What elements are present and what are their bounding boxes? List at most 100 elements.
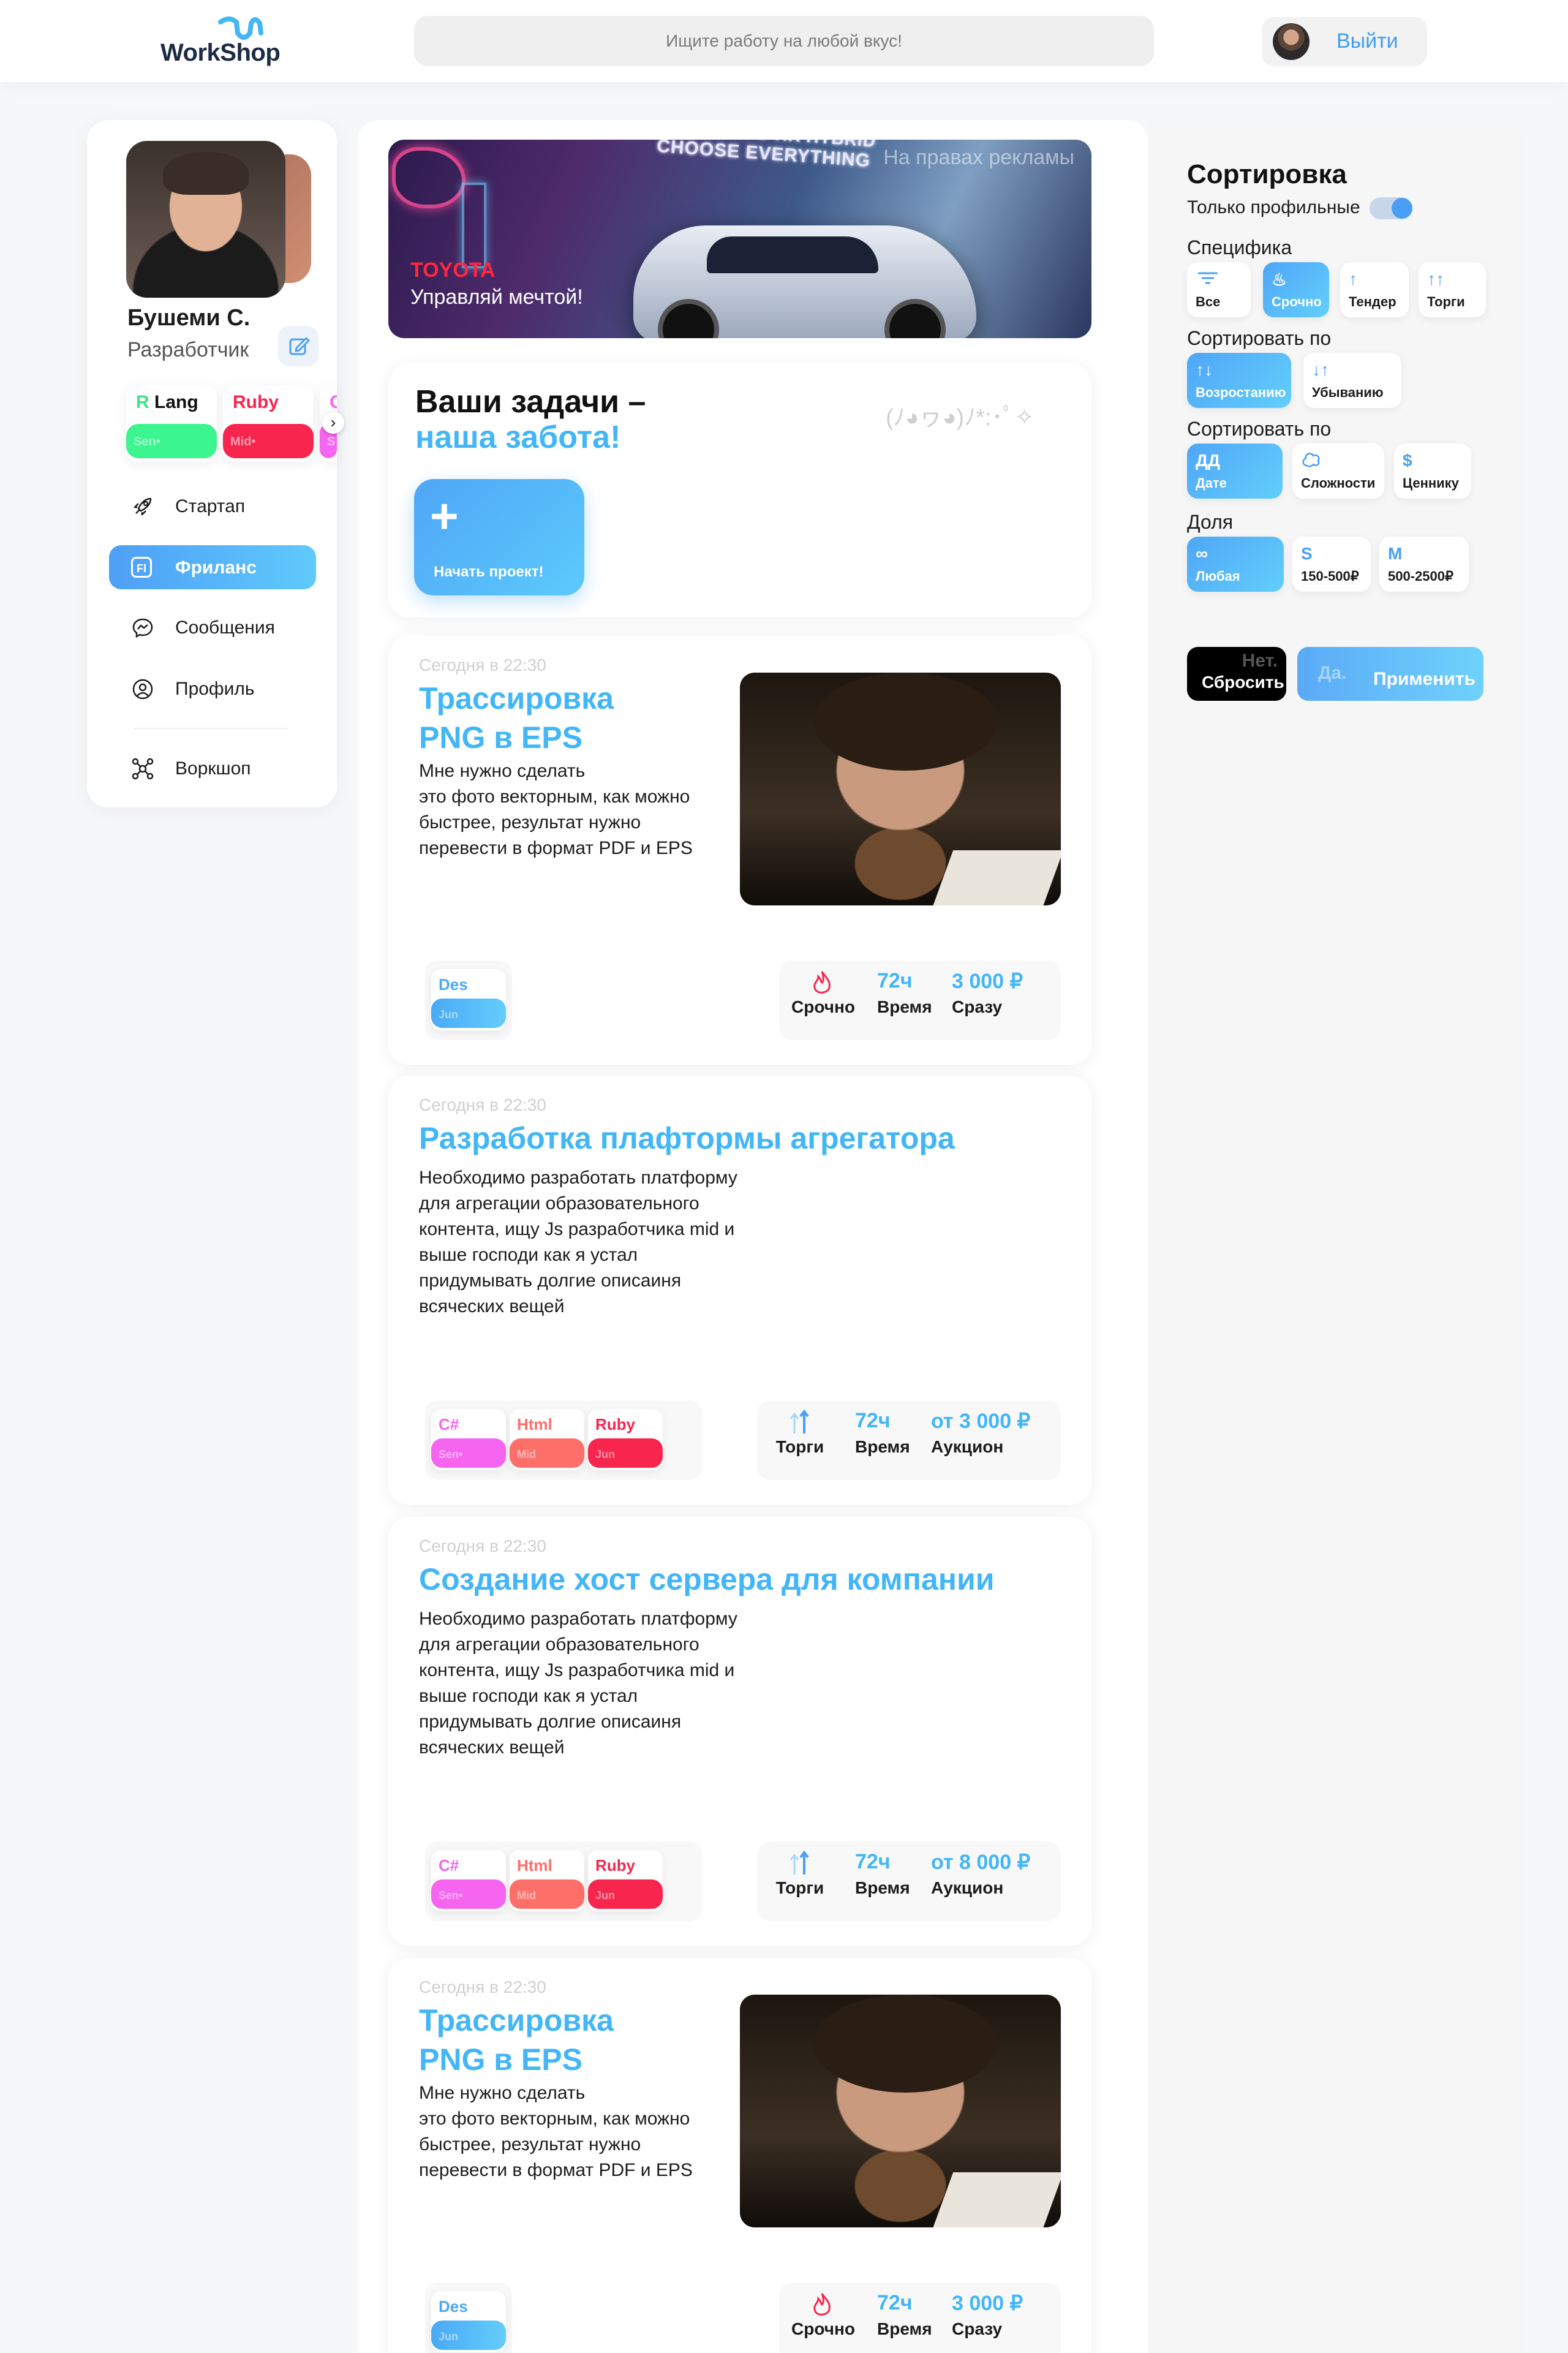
workshop-logo[interactable]: WorkShop	[160, 15, 283, 70]
fire-icon	[813, 971, 831, 994]
tag-level: Mid	[517, 1448, 536, 1460]
tag-level: Sen•	[439, 1889, 463, 1902]
job-card[interactable]: Сегодня в 22:30 Трассировка PNG в EPS Мн…	[388, 1958, 1091, 2353]
skill-tag[interactable]: Html Mid	[510, 1409, 584, 1470]
ad-brand: TOYOTA	[410, 259, 496, 282]
skill-name: C	[330, 392, 337, 412]
option-tender[interactable]: ↑ Тендер	[1340, 262, 1409, 317]
job-date: Сегодня в 22:30	[419, 1095, 546, 1114]
option-descending[interactable]: ↓↑ Убыванию	[1303, 353, 1401, 408]
option-medium[interactable]: M 500-2500₽	[1379, 537, 1469, 592]
option-any[interactable]: ∞ Любая	[1187, 537, 1284, 592]
skill-tag[interactable]: Des Jun	[431, 969, 506, 1030]
skill-level: Sen•	[134, 435, 160, 448]
only-profile-label: Только профильные	[1187, 197, 1360, 217]
skill-tag[interactable]: Ruby Jun	[588, 1850, 663, 1911]
arrows-icon	[790, 1409, 809, 1433]
stat-label: Сразу	[952, 997, 1003, 1016]
skill-tag[interactable]: Html Mid	[510, 1850, 584, 1911]
arrow-up-icon: ↑	[1349, 270, 1357, 289]
brain-icon	[1302, 453, 1320, 467]
tag-level: Jun	[595, 1448, 616, 1460]
skill-chip[interactable]: R Lang Sen•	[126, 385, 217, 462]
tag-level: Mid	[517, 1889, 536, 1902]
plus-icon: +	[430, 489, 459, 543]
logout-button[interactable]: Выйти	[1262, 17, 1427, 66]
option-all[interactable]: Все	[1187, 262, 1251, 317]
edit-icon	[289, 337, 310, 355]
job-date: Сегодня в 22:30	[419, 1977, 546, 1996]
tag-name: C#	[439, 1856, 459, 1875]
option-label: Убыванию	[1312, 385, 1384, 400]
skill-level: Mid•	[230, 435, 256, 448]
nav-item-freelance[interactable]: Fl Фриланс	[109, 545, 316, 589]
skill-prefix: R	[136, 392, 149, 412]
option-bidding[interactable]: ↑↑ Торги	[1419, 262, 1486, 317]
stat-time: 72ч Время	[877, 2291, 932, 2339]
stat-bidding: Торги	[775, 1409, 824, 1457]
edit-profile-button[interactable]	[278, 326, 318, 366]
skill-tag[interactable]: C# Sen•	[431, 1409, 506, 1470]
tag-level: Jun	[595, 1889, 616, 1902]
date-icon: ДД	[1196, 451, 1220, 470]
apply-button[interactable]: Да. Применить	[1297, 647, 1483, 701]
option-label: Тендер	[1349, 294, 1396, 309]
option-ascending[interactable]: ↑↓ Возростанию	[1187, 353, 1291, 408]
arrow-down-icon: ↓↑	[1312, 360, 1329, 379]
job-title[interactable]: Создание хост сервера для компании	[419, 1560, 994, 1599]
double-arrow-icon: ↑↑	[1427, 270, 1444, 289]
search-input[interactable]	[414, 16, 1154, 66]
stat-time: 72ч Время	[855, 1409, 910, 1457]
option-difficulty[interactable]: Сложности	[1292, 444, 1384, 499]
option-label: Сложности	[1301, 475, 1376, 491]
sort-title: Сортировка	[1187, 159, 1347, 189]
ad-banner[interactable]: C-HR HYBRID CHOOSE EVERYTHING На правах …	[388, 140, 1091, 338]
option-price[interactable]: $ Ценнику	[1394, 444, 1471, 499]
nav-item-workshop[interactable]: Воркшоп	[109, 746, 316, 790]
tag-name: Des	[439, 2297, 468, 2316]
profile-photo[interactable]	[126, 141, 285, 298]
nav-item-startup[interactable]: Стартап	[109, 484, 316, 528]
skill-chip[interactable]: Ruby Mid•	[223, 385, 314, 462]
job-title[interactable]: Трассировка PNG в EPS	[419, 679, 725, 757]
fl-badge-icon: Fl	[131, 557, 152, 578]
nav-item-profile[interactable]: Профиль	[109, 667, 316, 711]
car-image	[633, 225, 976, 338]
tag-name: C#	[439, 1415, 459, 1433]
reset-button[interactable]: Нет. Сбросить	[1187, 647, 1286, 701]
skill-tag[interactable]: Des Jun	[431, 2291, 506, 2352]
job-description: Необходимо разработать платформу для агр…	[419, 1168, 737, 1316]
stat-label: Аукцион	[931, 1878, 1004, 1897]
stat-bidding: Торги	[775, 1850, 824, 1898]
stat-urgent: Срочно	[791, 969, 856, 1017]
job-title[interactable]: Трассировка PNG в EPS	[419, 2001, 725, 2079]
only-profile-toggle[interactable]	[1370, 197, 1412, 219]
option-label: Все	[1196, 294, 1221, 309]
stat-label: Торги	[775, 1878, 824, 1897]
start-project-label: Начать проект!	[434, 564, 544, 580]
job-image[interactable]	[740, 1995, 1061, 2227]
skill-tag[interactable]: Ruby Jun	[588, 1409, 663, 1470]
job-title[interactable]: Разработка плафтормы агрегатора	[419, 1119, 955, 1158]
job-card[interactable]: Сегодня в 22:30 Трассировка PNG в EPS Мн…	[388, 636, 1091, 1065]
chevron-right-icon[interactable]: ›	[322, 412, 344, 434]
nav-label: Сообщения	[175, 618, 275, 638]
job-tags: C# Sen• Html Mid Ruby Jun	[425, 1841, 702, 1921]
network-icon	[132, 758, 154, 780]
option-date[interactable]: ДД Дате	[1187, 444, 1283, 499]
job-stats: Срочно 72ч Время 3 000 ₽ Сразу	[779, 961, 1061, 1040]
stat-label: Сразу	[952, 2319, 1003, 2338]
option-urgent[interactable]: ♨ Срочно	[1263, 262, 1329, 317]
job-card[interactable]: Сегодня в 22:30 Создание хост сервера дл…	[388, 1517, 1091, 1946]
stat-label: Срочно	[791, 997, 856, 1016]
job-description: Необходимо разработать платформу для агр…	[419, 1609, 737, 1758]
stat-time: 72ч Время	[855, 1850, 910, 1898]
job-card[interactable]: Сегодня в 22:30 Разработка плафтормы агр…	[388, 1076, 1091, 1505]
option-small[interactable]: S 150-500₽	[1292, 537, 1371, 592]
nav-item-messages[interactable]: Сообщения	[109, 605, 316, 649]
job-image[interactable]	[740, 673, 1061, 905]
job-stats: Торги 72ч Время от 3 000 ₽ Аукцион	[757, 1400, 1061, 1480]
start-project-button[interactable]: + Начать проект!	[414, 479, 584, 595]
skill-tag[interactable]: C# Sen•	[431, 1850, 506, 1911]
job-tags: Des Jun	[425, 2283, 512, 2353]
